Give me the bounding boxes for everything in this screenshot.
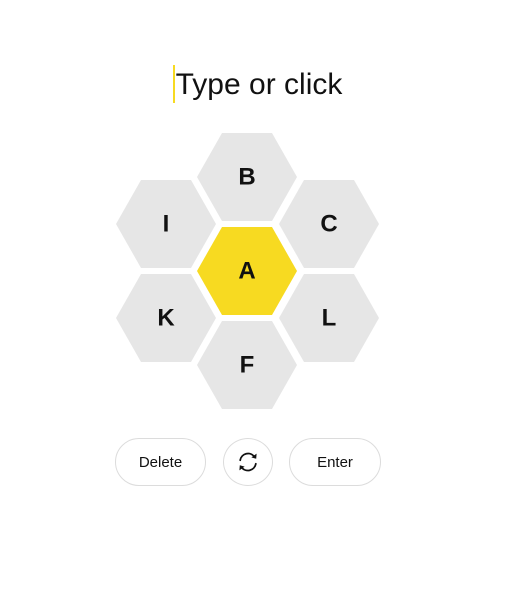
- hive-letter-upper-left: I: [163, 211, 170, 238]
- hive-cell-upper-right[interactable]: C: [279, 180, 379, 268]
- shuffle-icon: [239, 452, 257, 472]
- shuffle-button[interactable]: [223, 438, 273, 486]
- letter-hive: B C L F K I A: [0, 0, 515, 420]
- delete-button[interactable]: Delete: [115, 438, 206, 486]
- hive-cell-upper-left[interactable]: I: [116, 180, 216, 268]
- hive-letter-center: A: [238, 258, 255, 285]
- hive-letter-top: B: [238, 164, 255, 191]
- hive-svg: B C L F K I A: [116, 133, 379, 409]
- hive-letter-bottom: F: [240, 352, 255, 379]
- hive-letter-upper-right: C: [320, 211, 337, 238]
- hive-letter-lower-right: L: [322, 305, 337, 332]
- hive-cell-lower-right[interactable]: L: [279, 274, 379, 362]
- hive-cell-top[interactable]: B: [197, 133, 297, 221]
- hive-letter-lower-left: K: [157, 305, 175, 332]
- hive-cell-lower-left[interactable]: K: [116, 274, 216, 362]
- hive-cell-center[interactable]: A: [197, 227, 297, 315]
- enter-button[interactable]: Enter: [289, 438, 381, 486]
- controls-row: Delete Enter: [0, 438, 515, 488]
- hive-cell-bottom[interactable]: F: [197, 321, 297, 409]
